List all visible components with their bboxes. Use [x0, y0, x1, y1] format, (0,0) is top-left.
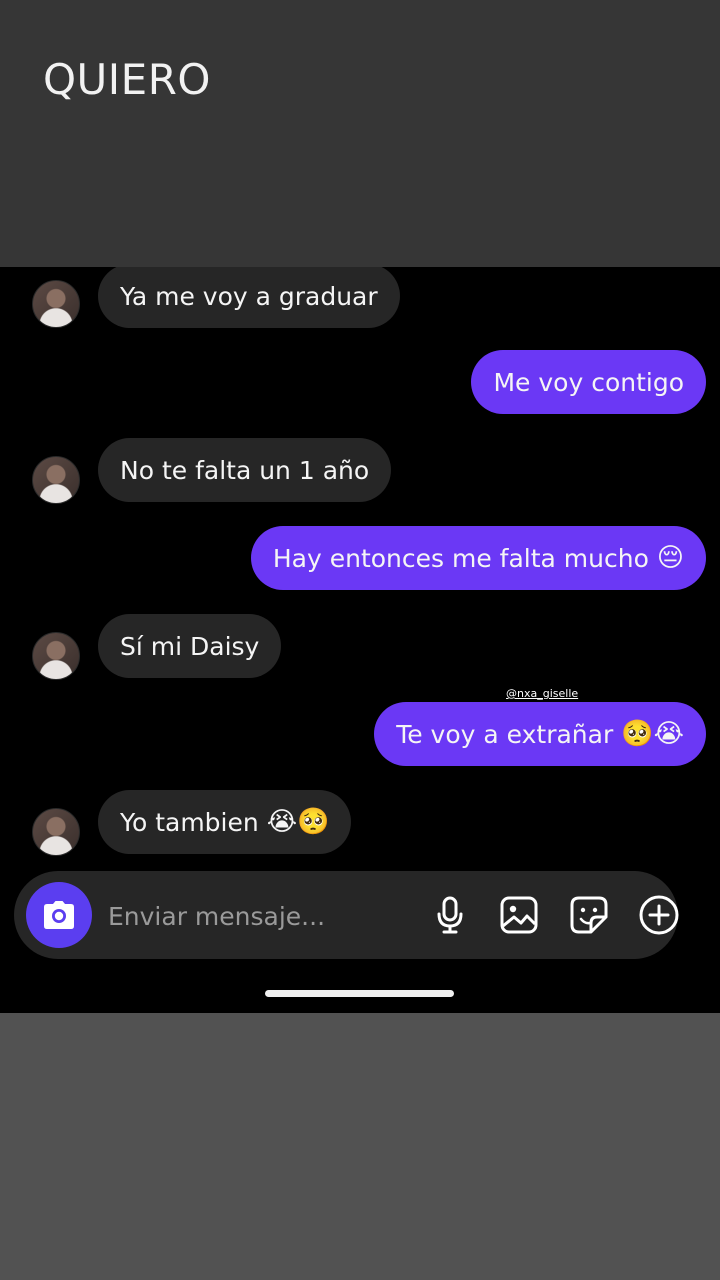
microphone-icon	[437, 896, 463, 934]
message-emoji: 🥺😭	[621, 719, 684, 749]
message-text: No te falta un 1 año	[120, 455, 370, 485]
message-text: Sí mi Daisy	[120, 631, 260, 661]
message-text: Hay entonces me falta mucho	[272, 543, 649, 573]
story-caption-banner: QUIERO	[0, 0, 720, 267]
story-caption: QUIERO	[43, 55, 211, 104]
incoming-message[interactable]: Sí mi Daisy	[98, 614, 282, 678]
sticker-icon	[570, 896, 608, 934]
message-emoji: 😔	[656, 543, 684, 573]
avatar[interactable]	[32, 280, 80, 328]
message-composer	[14, 871, 681, 959]
incoming-message[interactable]: Yo tambien 😭🥺	[98, 790, 352, 854]
outgoing-message[interactable]: Hay entonces me falta mucho 😔	[250, 526, 706, 590]
camera-icon	[44, 901, 74, 929]
more-options-button[interactable]	[637, 893, 681, 937]
avatar[interactable]	[32, 808, 80, 856]
gallery-icon	[500, 896, 538, 934]
chat-screenshot: Ya me voy a graduar Me voy contigo No te…	[0, 267, 720, 1013]
outgoing-message[interactable]: Me voy contigo	[471, 350, 706, 414]
outgoing-message[interactable]: Te voy a extrañar 🥺😭	[374, 702, 706, 766]
message-emoji: 😭🥺	[266, 807, 330, 837]
message-text: Ya me voy a graduar	[120, 281, 378, 311]
avatar[interactable]	[32, 632, 80, 680]
message-input[interactable]	[106, 895, 410, 937]
plus-icon	[639, 895, 679, 935]
home-indicator[interactable]	[265, 990, 454, 997]
sticker-button[interactable]	[567, 893, 611, 937]
incoming-message[interactable]: Ya me voy a graduar	[98, 267, 400, 328]
message-text: Me voy contigo	[493, 367, 684, 397]
message-text: Te voy a extrañar	[396, 719, 614, 749]
message-text: Yo tambien	[120, 807, 259, 837]
watermark-handle: @nxa_giselle	[506, 687, 579, 700]
incoming-message[interactable]: No te falta un 1 año	[98, 438, 392, 502]
microphone-button[interactable]	[428, 893, 472, 937]
gallery-button[interactable]	[497, 893, 541, 937]
camera-button[interactable]	[26, 882, 92, 948]
avatar[interactable]	[32, 456, 80, 504]
